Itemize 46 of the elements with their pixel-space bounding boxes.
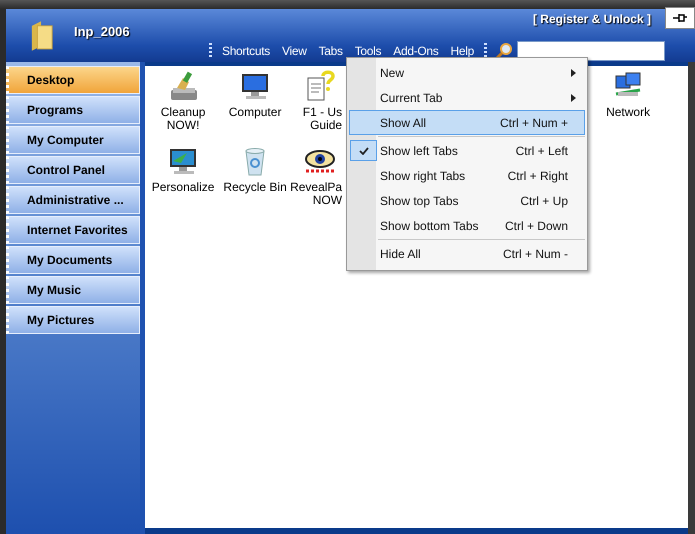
sidebar-item[interactable]: Administrative ... bbox=[6, 186, 140, 214]
menu-item-label: Show top Tabs bbox=[380, 194, 460, 208]
shortcut-text: Ctrl + Num + bbox=[500, 116, 568, 130]
menu-item[interactable]: View bbox=[276, 44, 313, 58]
menu-item[interactable]: Show right Tabs Ctrl + Right bbox=[349, 163, 585, 188]
menu-item[interactable]: Add-Ons bbox=[387, 44, 445, 58]
menu-item[interactable]: Show All Ctrl + Num + bbox=[349, 110, 585, 135]
menu-item[interactable]: Tabs bbox=[312, 44, 349, 58]
menu-item-label: Hide All bbox=[380, 246, 422, 260]
menu-item-label: Show left Tabs bbox=[380, 144, 459, 158]
register-link[interactable]: [ Register & Unlock ] bbox=[532, 12, 651, 26]
menu-item-label: Show bottom Tabs bbox=[380, 218, 480, 232]
icon-label[interactable]: RevealPa NOW bbox=[290, 181, 342, 207]
sidebar-item[interactable]: My Computer bbox=[6, 126, 140, 154]
shortcut-text: Ctrl + Left bbox=[516, 144, 568, 158]
menu-item-label: Show right Tabs bbox=[380, 168, 466, 182]
menu-item-label: Current Tab bbox=[380, 90, 444, 104]
icon-label[interactable]: Network bbox=[593, 106, 664, 119]
menu-item[interactable]: Help bbox=[444, 44, 480, 58]
icon-label[interactable]: Cleanup NOW! bbox=[148, 106, 218, 132]
icon-label[interactable]: Personalize bbox=[148, 181, 218, 194]
menu-item[interactable]: Show top Tabs Ctrl + Up bbox=[349, 188, 585, 213]
shortcut-text: Ctrl + Num - bbox=[502, 246, 568, 260]
menu-item[interactable]: Show left Tabs Ctrl + Left bbox=[349, 138, 585, 163]
sidebar-item[interactable]: Desktop bbox=[6, 66, 140, 94]
shortcut-text: Ctrl + Up bbox=[520, 194, 568, 208]
sidebar-item[interactable]: My Pictures bbox=[6, 306, 140, 334]
menu-item[interactable]: Shortcuts bbox=[216, 44, 276, 58]
menu-item[interactable]: Tools bbox=[348, 44, 388, 58]
menu-item[interactable]: Current Tab bbox=[349, 85, 585, 110]
sidebar-item[interactable]: My Documents bbox=[6, 246, 140, 274]
menu-item[interactable]: New bbox=[349, 60, 585, 85]
menu-item-label: Show All bbox=[380, 116, 428, 130]
sidebar-item[interactable]: Control Panel bbox=[6, 156, 140, 184]
icon-label[interactable]: Computer bbox=[220, 106, 290, 119]
menu-item[interactable]: Hide All Ctrl + Num - bbox=[349, 241, 585, 266]
shortcut-text: Ctrl + Right bbox=[508, 168, 568, 182]
sidebar-item[interactable]: Internet Favorites bbox=[6, 216, 140, 244]
icon-label[interactable]: F1 - Us Guide bbox=[302, 106, 342, 132]
shortcut-text: Ctrl + Down bbox=[504, 218, 568, 232]
icon-label[interactable]: Recycle Bin bbox=[220, 181, 290, 194]
menu-item[interactable]: Show bottom Tabs Ctrl + Down bbox=[349, 213, 585, 238]
sidebar-item[interactable]: Programs bbox=[6, 96, 140, 124]
sidebar-item[interactable]: My Music bbox=[6, 276, 140, 304]
menu-item-label: New bbox=[380, 66, 406, 80]
app-title: Inp_2006 bbox=[74, 24, 130, 39]
